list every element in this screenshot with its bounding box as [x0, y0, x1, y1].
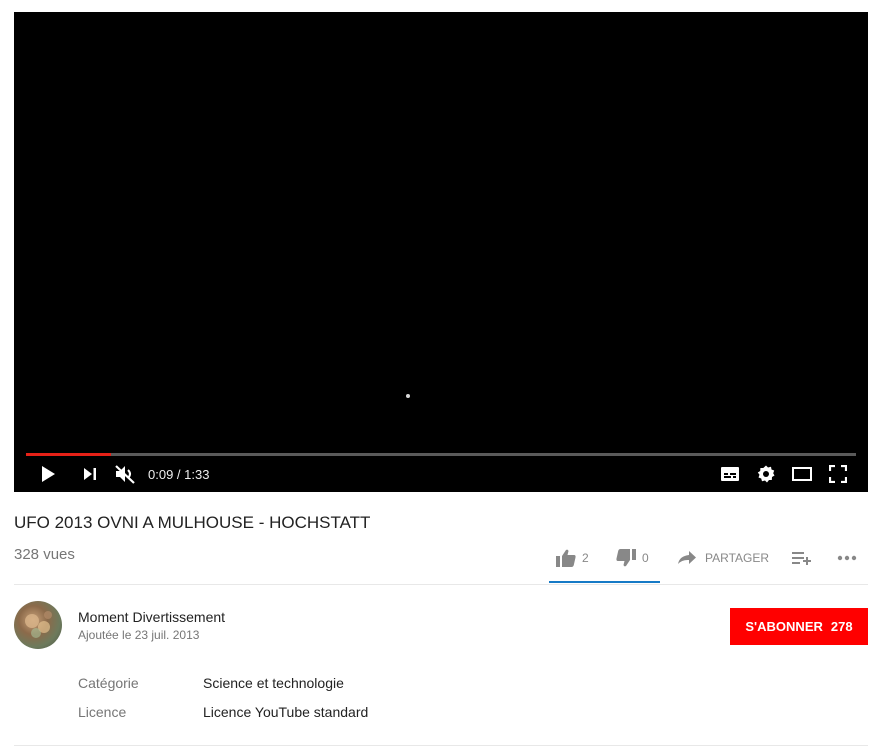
dislike-button[interactable]: 0: [616, 544, 649, 572]
sentiment-bar: [549, 581, 660, 583]
next-button[interactable]: [78, 462, 102, 486]
category-value[interactable]: Science et technologie: [203, 675, 344, 691]
settings-icon: [757, 465, 775, 483]
add-to-playlist-icon: [792, 552, 811, 565]
volume-muted-icon: [115, 465, 135, 484]
time-display: 0:09 / 1:33: [148, 467, 210, 482]
settings-button[interactable]: [754, 462, 778, 486]
license-value: Licence YouTube standard: [203, 704, 369, 720]
subscribe-button[interactable]: S'ABONNER 278: [730, 608, 868, 645]
share-label: PARTAGER: [705, 551, 770, 565]
more-actions-button[interactable]: [837, 544, 857, 572]
video-frame-ufo-dot: [406, 394, 410, 398]
dislike-count: 0: [642, 551, 649, 565]
player-controls: 0:09 / 1:33: [14, 460, 868, 488]
subtitles-button[interactable]: [718, 462, 742, 486]
channel-avatar[interactable]: [14, 601, 62, 649]
play-button[interactable]: [36, 462, 60, 486]
add-to-playlist-button[interactable]: [792, 544, 812, 572]
mute-button[interactable]: [113, 462, 137, 486]
view-count: 328 vues: [14, 546, 75, 563]
theater-mode-icon: [792, 467, 812, 481]
channel-name[interactable]: Moment Divertissement: [78, 609, 225, 625]
fullscreen-button[interactable]: [826, 462, 850, 486]
next-icon: [84, 468, 96, 480]
thumbs-up-icon: [556, 549, 576, 567]
avatar-image: [25, 611, 52, 638]
progress-bar[interactable]: [26, 453, 856, 456]
fullscreen-icon: [829, 465, 847, 483]
play-icon: [42, 466, 55, 482]
video-player[interactable]: 0:09 / 1:33: [14, 12, 868, 492]
category-label: Catégorie: [78, 675, 139, 691]
divider: [14, 745, 868, 746]
share-icon: [678, 551, 696, 564]
divider: [14, 584, 868, 585]
subscriber-count: 278: [830, 619, 853, 634]
like-button[interactable]: 2: [556, 544, 589, 572]
video-title: UFO 2013 OVNI A MULHOUSE - HOCHSTATT: [14, 513, 371, 532]
like-count: 2: [582, 551, 589, 565]
published-date: Ajoutée le 23 juil. 2013: [78, 628, 200, 642]
thumbs-down-icon: [616, 549, 636, 567]
progress-bar-played: [26, 453, 111, 456]
share-button[interactable]: PARTAGER: [678, 544, 769, 572]
subtitles-icon: [721, 467, 739, 481]
theater-mode-button[interactable]: [790, 462, 814, 486]
license-label: Licence: [78, 704, 127, 720]
more-icon: [837, 555, 857, 561]
subscribe-label: S'ABONNER: [745, 619, 823, 634]
